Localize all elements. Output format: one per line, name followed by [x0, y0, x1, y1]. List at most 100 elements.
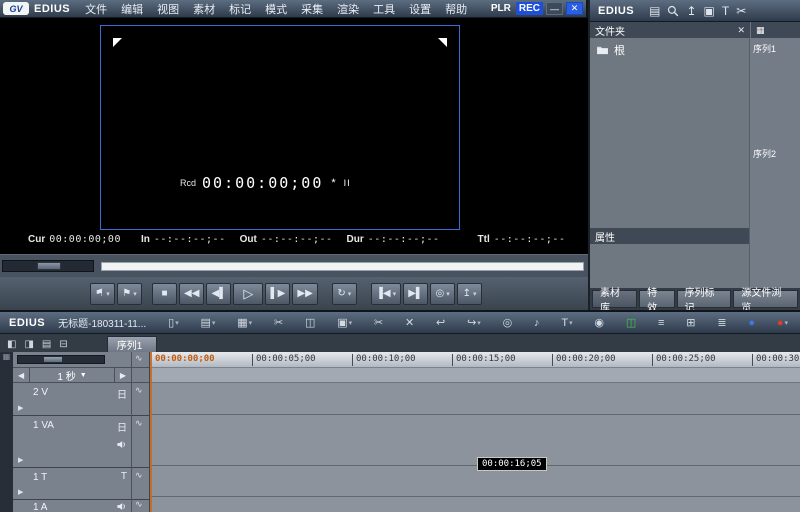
capture-button[interactable]: ▣ — [704, 4, 715, 18]
sync-mode-button[interactable]: ⊟ — [55, 337, 71, 352]
timeline-mode-button[interactable]: ≡ — [656, 314, 666, 332]
stop-button[interactable]: ■ — [152, 283, 177, 305]
track-header-1va[interactable]: 1 VA 日 ▶ — [13, 416, 149, 468]
player-mode-toggle[interactable]: PLR — [486, 3, 516, 14]
tab-source-browser[interactable]: 源文件浏览 — [733, 290, 798, 308]
loop-playback-button[interactable]: ↻▾ — [332, 283, 357, 305]
expand-track-icon[interactable]: ▶ — [18, 488, 23, 496]
set-out-marker-button[interactable]: ⚑▾ — [117, 283, 142, 305]
menu-marker[interactable]: 标记 — [222, 1, 258, 17]
paste-button[interactable]: ▣▾ — [335, 314, 354, 332]
menu-file[interactable]: 文件 — [78, 1, 114, 17]
audio-mute-icon[interactable] — [116, 437, 127, 455]
bin-body: 根 属性 序列1 序列2 — [590, 38, 800, 288]
menu-capture[interactable]: 采集 — [294, 1, 330, 17]
timeline-zoom-slider[interactable] — [17, 355, 105, 364]
insert-mode-button[interactable]: ◧ — [3, 337, 20, 352]
previous-frame-button[interactable]: ◀▌ — [206, 283, 231, 305]
track-header-1a[interactable]: 1 A — [13, 500, 149, 512]
dual-view-button[interactable]: ◫ — [624, 314, 638, 332]
menu-edit[interactable]: 编辑 — [114, 1, 150, 17]
set-in-marker-button[interactable]: ⚑▾ — [90, 283, 115, 305]
jump-to-in-button[interactable]: ▐◀▾ — [371, 283, 401, 305]
tab-sequence-marker[interactable]: 序列标记 — [677, 290, 732, 308]
mute-button[interactable]: ♪ — [532, 314, 542, 332]
menu-settings[interactable]: 设置 — [402, 1, 438, 17]
insert-to-timeline-button[interactable]: ↥▾ — [457, 283, 482, 305]
cut-tool-button[interactable]: ✂ — [736, 4, 746, 18]
marker-in-flag-icon: ⚑ — [95, 288, 104, 299]
tab-bin[interactable]: 素材库 — [592, 290, 637, 308]
sync-point-button[interactable]: ● — [746, 314, 757, 332]
ripple-mode-button[interactable]: ▤ — [38, 337, 55, 352]
audio-mute-icon[interactable] — [116, 501, 127, 512]
sequence-tab[interactable]: 序列1 — [107, 336, 158, 352]
ripple-cut-button[interactable]: ✂ — [372, 314, 385, 332]
title-track-icon[interactable]: T — [121, 471, 127, 482]
timescale-selector[interactable]: 1 秒 ▼ — [29, 368, 115, 382]
position-scrollbar[interactable] — [101, 262, 584, 271]
clip-name[interactable]: 序列1 — [752, 40, 797, 57]
scale-decrease-arrow[interactable]: ◀ — [13, 371, 29, 380]
expand-track-icon[interactable]: ▶ — [18, 456, 23, 464]
voiceover-button[interactable]: ◉ — [592, 314, 606, 332]
track-header-2v[interactable]: 2 V 日 ▶ — [13, 383, 149, 416]
rewind-button[interactable]: ◀◀ — [179, 283, 204, 305]
copy-button[interactable]: ◫ — [303, 314, 317, 332]
in-value: --:--:--;-- — [154, 234, 226, 245]
menu-view[interactable]: 视图 — [150, 1, 186, 17]
menu-mode[interactable]: 模式 — [258, 1, 294, 17]
play-button[interactable]: ▷ — [233, 283, 263, 305]
add-marker-button[interactable]: ◎ — [501, 314, 515, 332]
marker-strip[interactable] — [150, 368, 800, 383]
video-mute-icon[interactable]: 日 — [117, 386, 127, 401]
record-button[interactable]: ●▾ — [775, 314, 790, 332]
bin-panel-headers: 文件夹 ✕ ▦ — [590, 22, 800, 38]
menu-help[interactable]: 帮助 — [438, 1, 474, 17]
scale-increase-arrow[interactable]: ▶ — [115, 371, 131, 380]
close-button[interactable]: ✕ — [566, 2, 583, 15]
menu-clip[interactable]: 素材 — [186, 1, 222, 17]
shuttle-handle[interactable] — [37, 262, 61, 270]
fast-forward-button[interactable]: ▶▶ — [292, 283, 317, 305]
jump-to-out-button[interactable]: ▶▌ — [403, 283, 428, 305]
tab-effects[interactable]: 特效 — [639, 290, 674, 308]
root-folder-item[interactable]: 根 — [590, 38, 749, 62]
mixer-toggle-icon[interactable]: ∿ — [135, 418, 143, 429]
timeline-ruler[interactable]: 00:00:00;00 00:00:05;00 00:00:10;00 00:0… — [150, 352, 800, 368]
delete-button[interactable]: ✕ — [403, 314, 416, 332]
cut-button[interactable]: ✂ — [272, 314, 285, 332]
redo-button[interactable]: ↪▾ — [465, 314, 483, 332]
undo-button[interactable]: ↩ — [434, 314, 447, 332]
title-tool-button[interactable]: T — [722, 4, 729, 18]
grid-view-button[interactable]: ⊞ — [684, 314, 697, 332]
match-frame-button[interactable]: ◎▾ — [430, 283, 455, 305]
open-project-button[interactable]: ▤▾ — [199, 314, 218, 332]
clip-name[interactable]: 序列2 — [752, 145, 797, 162]
ruler-tick: 00:00:00;00 — [152, 354, 215, 366]
mixer-toggle-icon[interactable]: ∿ — [135, 499, 143, 510]
menu-render[interactable]: 渲染 — [330, 1, 366, 17]
mixer-toggle-icon[interactable]: ∿ — [135, 353, 143, 364]
video-mute-icon[interactable]: 日 — [117, 419, 127, 434]
audio-mixer-button[interactable]: ≣ — [715, 314, 728, 332]
mixer-toggle-icon[interactable]: ∿ — [135, 470, 143, 481]
minimize-button[interactable]: — — [546, 2, 563, 15]
next-frame-button[interactable]: ▌▶ — [265, 283, 290, 305]
playhead[interactable] — [150, 352, 152, 512]
mixer-toggle-icon[interactable]: ∿ — [135, 385, 143, 396]
overwrite-mode-button[interactable]: ◨ — [20, 337, 37, 352]
zoom-slider-handle[interactable] — [44, 357, 62, 362]
recorder-mode-toggle[interactable]: REC — [516, 2, 543, 15]
track-header-1t[interactable]: 1 T T ▶ — [13, 468, 149, 500]
menu-tools[interactable]: 工具 — [366, 1, 402, 17]
search-button[interactable] — [667, 5, 679, 17]
add-title-button[interactable]: T▾ — [559, 314, 574, 332]
expand-track-icon[interactable]: ▶ — [18, 404, 23, 412]
close-folder-panel-button[interactable]: ✕ — [737, 25, 745, 36]
move-up-button[interactable]: ↥ — [686, 4, 696, 18]
new-folder-button[interactable]: ▤ — [649, 4, 660, 18]
shuttle-slider[interactable] — [2, 260, 94, 272]
new-sequence-button[interactable]: ▯▾ — [166, 314, 181, 332]
save-project-button[interactable]: ▦▾ — [235, 314, 254, 332]
